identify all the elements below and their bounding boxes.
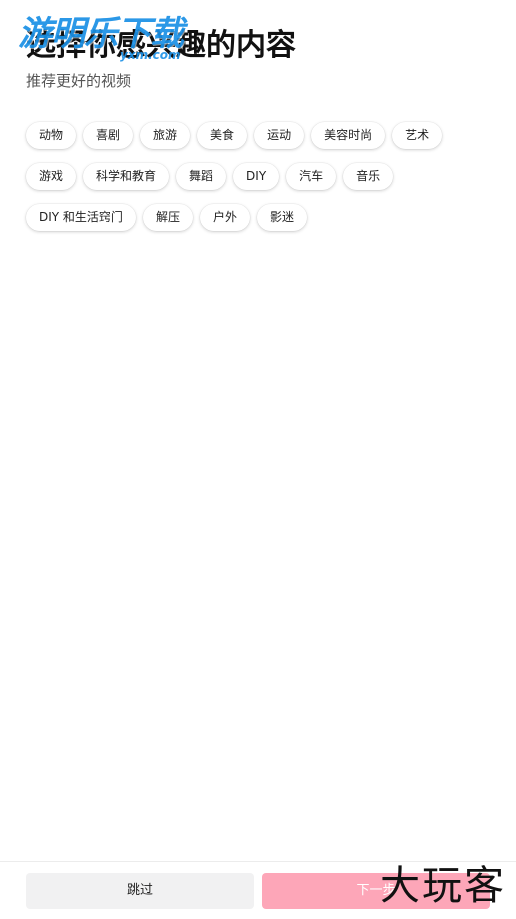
tag-diy-life-hacks[interactable]: DIY 和生活窍门 <box>26 204 136 231</box>
tag-outdoors[interactable]: 户外 <box>199 204 250 231</box>
tag-diy[interactable]: DIY <box>233 163 280 190</box>
tag-beauty-fashion[interactable]: 美容时尚 <box>311 122 386 149</box>
tag-movie-fans[interactable]: 影迷 <box>256 204 307 231</box>
tag-travel[interactable]: 旅游 <box>140 122 191 149</box>
tag-auto[interactable]: 汽车 <box>286 163 337 190</box>
tag-gaming[interactable]: 游戏 <box>26 163 77 190</box>
next-button[interactable]: 下一步 <box>262 873 490 909</box>
tag-science-education[interactable]: 科学和教育 <box>83 163 170 190</box>
bottom-action-bar: 跳过 下一步 <box>0 861 516 919</box>
tag-sports[interactable]: 运动 <box>254 122 305 149</box>
interest-tag-list: 动物 喜剧 旅游 美食 运动 美容时尚 艺术 游戏 科学和教育 舞蹈 DIY 汽… <box>26 122 466 231</box>
tag-animals[interactable]: 动物 <box>26 122 77 149</box>
tag-music[interactable]: 音乐 <box>343 163 394 190</box>
page-subtitle: 推荐更好的视频 <box>26 72 132 90</box>
skip-button[interactable]: 跳过 <box>26 873 254 909</box>
tag-comedy[interactable]: 喜剧 <box>83 122 134 149</box>
tag-food[interactable]: 美食 <box>197 122 248 149</box>
page-title: 选择你感兴趣的内容 <box>26 28 296 63</box>
tag-relaxing[interactable]: 解压 <box>142 204 193 231</box>
page-header: 选择你感兴趣的内容 推荐更好的视频 <box>26 24 296 92</box>
tag-dance[interactable]: 舞蹈 <box>176 163 227 190</box>
tag-art[interactable]: 艺术 <box>392 122 443 149</box>
